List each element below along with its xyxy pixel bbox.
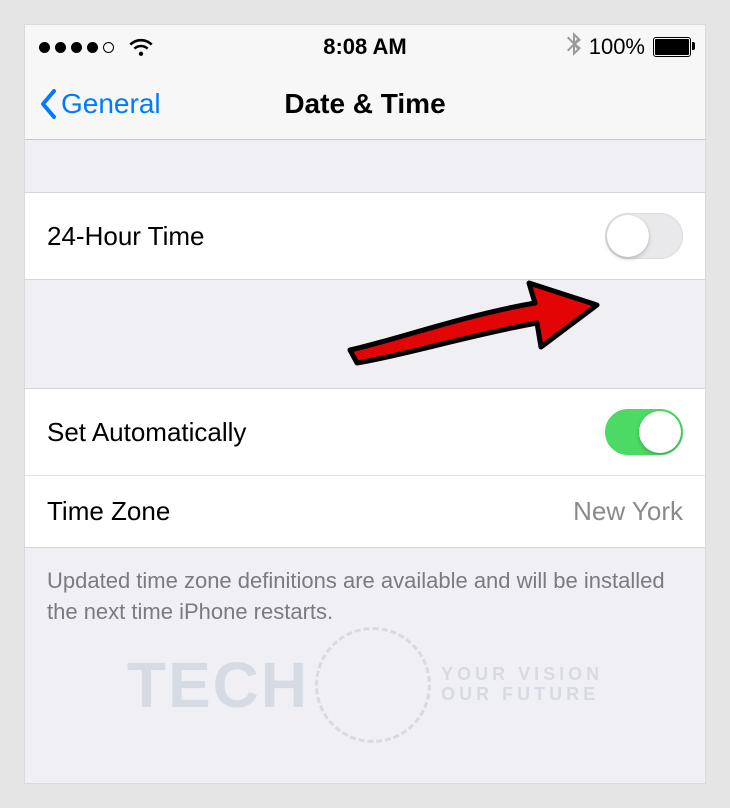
- status-left: [39, 37, 154, 57]
- battery-full-icon: [653, 37, 691, 57]
- chevron-left-icon: [39, 89, 57, 119]
- bluetooth-icon: [567, 32, 581, 62]
- row-time-zone[interactable]: Time Zone New York: [25, 476, 705, 548]
- settings-screen: 8:08 AM 100% General Date & Time 24-Hour…: [25, 25, 705, 783]
- group-automatic: Set Automatically Time Zone New York: [25, 388, 705, 548]
- row-set-automatically: Set Automatically: [25, 388, 705, 476]
- nav-bar: General Date & Time: [25, 69, 705, 140]
- group-time-format: 24-Hour Time: [25, 192, 705, 280]
- back-label: General: [61, 88, 161, 120]
- battery-percent: 100%: [589, 34, 645, 60]
- toggle-24-hour-time[interactable]: [605, 213, 683, 259]
- cell-signal-icon: [39, 42, 114, 53]
- toggle-set-automatically[interactable]: [605, 409, 683, 455]
- row-label: Time Zone: [47, 496, 170, 527]
- footer-note: Updated time zone definitions are availa…: [25, 548, 705, 628]
- row-value: New York: [573, 496, 683, 527]
- row-label: Set Automatically: [47, 417, 246, 448]
- status-bar: 8:08 AM 100%: [25, 25, 705, 69]
- row-24-hour-time: 24-Hour Time: [25, 192, 705, 280]
- row-label: 24-Hour Time: [47, 221, 205, 252]
- back-button[interactable]: General: [39, 88, 161, 120]
- status-right: 100%: [567, 32, 691, 62]
- watermark: TECH YOUR VISION OUR FUTURE: [25, 627, 705, 743]
- globe-icon: [315, 627, 431, 743]
- wifi-icon: [128, 37, 154, 57]
